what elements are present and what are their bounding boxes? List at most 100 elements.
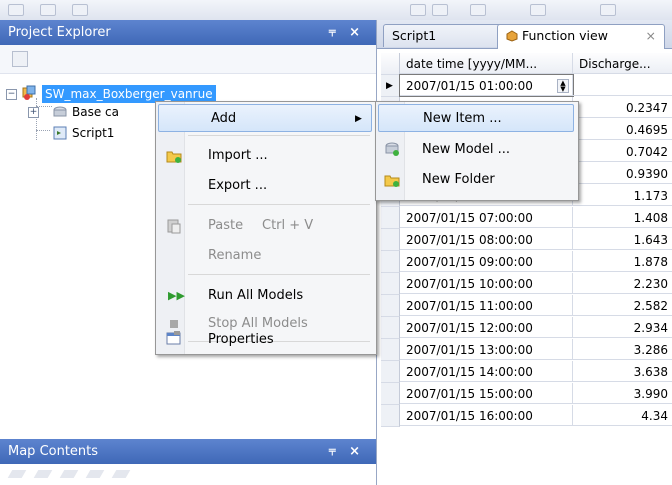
close-icon[interactable]: × (349, 439, 360, 464)
cell-discharge[interactable]: 1.643 (573, 229, 672, 250)
cell-discharge[interactable]: 1.173 (573, 185, 672, 206)
tab-script1-label: Script1 (392, 28, 437, 43)
cell-date[interactable]: 2007/01/15 12:00:00 (400, 317, 573, 338)
row-selector[interactable] (381, 295, 400, 317)
toolbar-button[interactable] (432, 4, 448, 16)
cell-discharge[interactable]: 3.286 (573, 339, 672, 360)
cell-discharge[interactable]: 0.9390 (573, 163, 672, 184)
function-view-icon (506, 30, 518, 42)
project-explorer-title: Project Explorer (8, 25, 111, 40)
cell-date[interactable]: 2007/01/15 01:00:00 (399, 74, 574, 97)
cell-date[interactable]: 2007/01/15 15:00:00 (400, 383, 573, 404)
menu-item-paste[interactable]: Paste Ctrl + V (158, 212, 372, 240)
menu-item-rename[interactable]: Rename (158, 242, 372, 270)
toolbar-button[interactable] (40, 4, 56, 16)
cell-discharge[interactable] (573, 75, 672, 96)
table-row[interactable]: 2007/01/15 07:00:00 1.408 (381, 207, 672, 229)
table-row[interactable]: ▶ 2007/01/15 01:00:00 ▲ ▼ (381, 74, 672, 97)
script-icon (53, 126, 67, 140)
menu-item-export-label: Export ... (208, 178, 268, 193)
tab-script1[interactable]: Script1 (383, 24, 511, 47)
pin-icon[interactable]: ⫧ (329, 439, 336, 464)
table-row[interactable]: 2007/01/15 10:00:00 2.230 (381, 273, 672, 295)
cell-date[interactable]: 2007/01/15 07:00:00 (400, 207, 573, 228)
table-row[interactable]: 2007/01/15 11:00:00 2.582 (381, 295, 672, 317)
cell-discharge[interactable]: 0.2347 (573, 97, 672, 118)
cell-date[interactable]: 2007/01/15 10:00:00 (400, 273, 573, 294)
row-selector[interactable] (381, 383, 400, 405)
main-toolbar-strip (0, 0, 672, 20)
table-row[interactable]: 2007/01/15 16:00:00 4.34 (381, 405, 672, 427)
cell-discharge[interactable]: 1.408 (573, 207, 672, 228)
table-row[interactable]: 2007/01/15 09:00:00 1.878 (381, 251, 672, 273)
current-row-indicator[interactable]: ▶ (381, 75, 400, 97)
map-contents-body (0, 464, 376, 485)
tree-node-base-case-label[interactable]: Base ca (72, 102, 119, 122)
menu-item-run-all-label: Run All Models (208, 288, 304, 303)
column-header-discharge[interactable]: Discharge... (573, 53, 672, 74)
tab-function-view[interactable]: Function view × (497, 24, 665, 49)
cell-date[interactable]: 2007/01/15 13:00:00 (400, 339, 573, 360)
expand-icon[interactable]: + (28, 107, 39, 118)
cell-discharge[interactable]: 0.7042 (573, 141, 672, 162)
table-row[interactable]: 2007/01/15 13:00:00 3.286 (381, 339, 672, 361)
menu-item-new-item[interactable]: New Item ... (378, 104, 574, 132)
row-selector[interactable] (381, 251, 400, 273)
row-selector[interactable] (381, 207, 400, 229)
toolbar-button[interactable] (8, 4, 24, 16)
cell-discharge[interactable]: 3.638 (573, 361, 672, 382)
cell-date[interactable]: 2007/01/15 09:00:00 (400, 251, 573, 272)
menu-item-new-item-label: New Item ... (423, 111, 502, 126)
menu-item-run-all-models[interactable]: ▶▶ Run All Models (158, 282, 372, 310)
cell-discharge[interactable]: 2.230 (573, 273, 672, 294)
collapse-all-button[interactable] (12, 51, 28, 67)
table-row[interactable]: 2007/01/15 14:00:00 3.638 (381, 361, 672, 383)
row-selector[interactable] (381, 229, 400, 251)
row-selector[interactable] (381, 273, 400, 295)
menu-item-new-folder[interactable]: New Folder (378, 166, 574, 194)
table-row[interactable]: 2007/01/15 08:00:00 1.643 (381, 229, 672, 251)
column-header-date[interactable]: date time [yyyy/MM... (400, 53, 573, 74)
submenu-arrow-icon: ▶ (355, 114, 362, 124)
cell-discharge[interactable]: 3.990 (573, 383, 672, 404)
tree-node-script1-label[interactable]: Script1 (72, 123, 114, 143)
menu-item-import[interactable]: Import ... (158, 142, 372, 170)
row-selector[interactable] (381, 405, 400, 427)
pin-icon[interactable]: ⫧ (329, 20, 336, 45)
collapse-icon[interactable]: − (6, 89, 17, 100)
row-selector[interactable] (381, 339, 400, 361)
cell-discharge[interactable]: 0.4695 (573, 119, 672, 140)
tab-strip: Script1 Function view × (377, 20, 672, 49)
close-icon[interactable]: × (349, 20, 360, 45)
cell-date[interactable]: 2007/01/15 16:00:00 (400, 405, 573, 426)
toolbar-button[interactable] (600, 4, 616, 16)
toolbar-button[interactable] (470, 4, 486, 16)
cell-date[interactable]: 2007/01/15 11:00:00 (400, 295, 573, 316)
menu-item-new-folder-label: New Folder (422, 172, 495, 187)
table-row[interactable]: 2007/01/15 15:00:00 3.990 (381, 383, 672, 405)
cell-discharge[interactable]: 1.878 (573, 251, 672, 272)
menu-item-new-model-label: New Model ... (422, 142, 511, 157)
cell-discharge[interactable]: 2.934 (573, 317, 672, 338)
cell-discharge[interactable]: 2.582 (573, 295, 672, 316)
menu-item-properties-label: Properties (208, 332, 274, 347)
toolbar-button[interactable] (410, 4, 426, 16)
toolbar-button[interactable] (530, 4, 546, 16)
menu-item-new-model[interactable]: New Model ... (378, 136, 574, 164)
table-row[interactable]: 2007/01/15 12:00:00 2.934 (381, 317, 672, 339)
spin-button-icon[interactable]: ▲ ▼ (557, 79, 569, 93)
run-icon: ▶▶ (168, 289, 185, 302)
current-row-icon: ▶ (386, 81, 393, 91)
close-tab-icon[interactable]: × (646, 25, 656, 47)
cell-date[interactable]: 2007/01/15 08:00:00 (400, 229, 573, 250)
row-selector[interactable] (381, 361, 400, 383)
menu-item-export[interactable]: Export ... (158, 172, 372, 200)
map-contents-title: Map Contents (8, 444, 99, 459)
toolbar-button[interactable] (72, 4, 88, 16)
menu-item-paste-shortcut: Ctrl + V (262, 218, 314, 233)
menu-item-add[interactable]: Add ▶ (158, 104, 372, 132)
row-selector[interactable] (381, 317, 400, 339)
cell-date[interactable]: 2007/01/15 14:00:00 (400, 361, 573, 382)
cell-discharge[interactable]: 4.34 (573, 405, 672, 426)
menu-item-properties[interactable]: Properties (158, 326, 372, 354)
